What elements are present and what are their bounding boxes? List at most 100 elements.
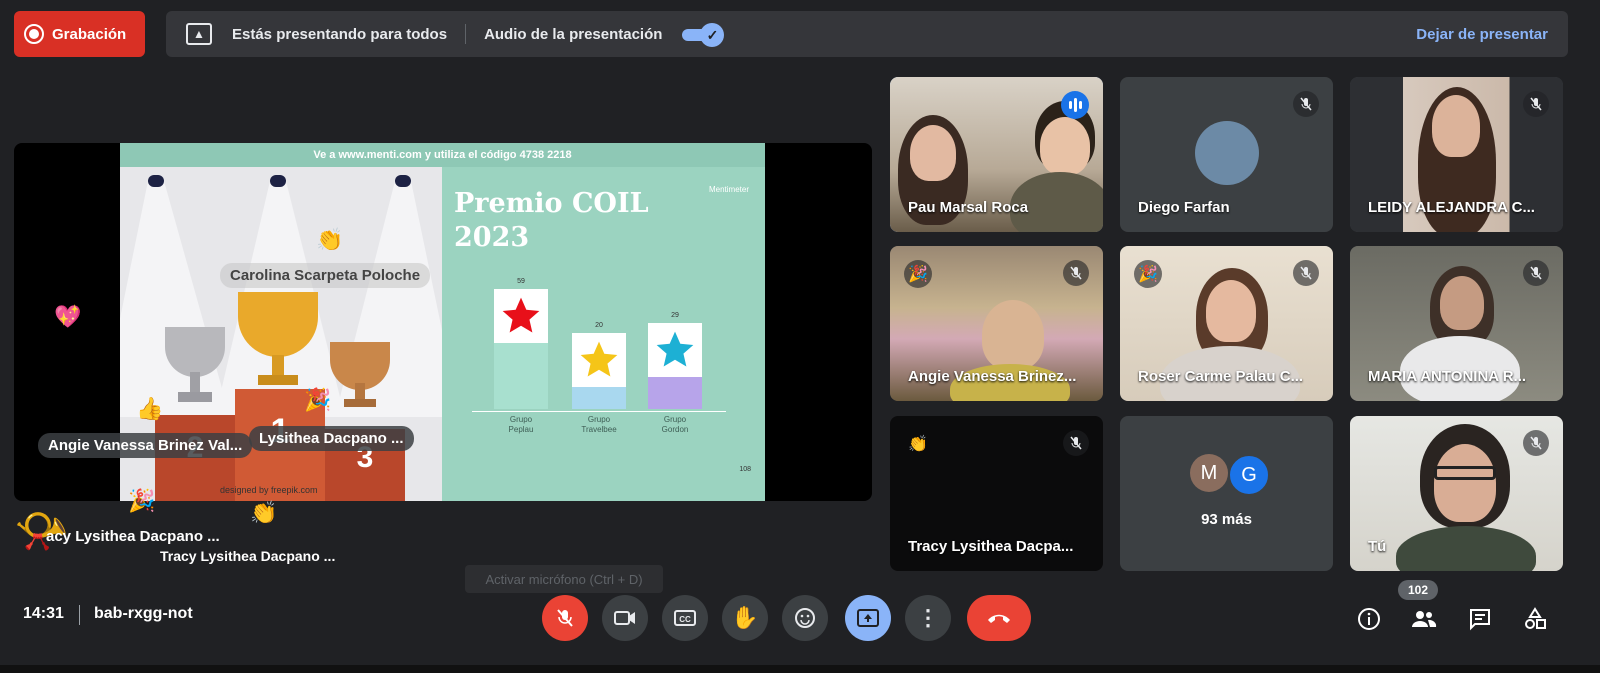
participant-name: Pau Marsal Roca — [908, 199, 1029, 216]
presenting-status: Estás presentando para todos — [232, 25, 448, 43]
mic-off-icon — [557, 609, 573, 627]
participant-tile[interactable]: 🎉 Roser Carme Palau C... — [1120, 246, 1333, 401]
mic-off-icon — [1523, 430, 1549, 456]
avatar: M — [1190, 454, 1228, 492]
clap-reaction-icon: 👏 — [316, 227, 344, 252]
party-reaction-icon: 🎉 — [904, 260, 932, 288]
present-button[interactable] — [845, 595, 891, 641]
mic-off-icon — [1523, 260, 1549, 286]
participant-tile[interactable]: Diego Farfan — [1120, 77, 1333, 232]
audio-toggle[interactable]: ✓ — [682, 23, 725, 47]
info-icon — [1358, 608, 1380, 630]
chart-bar: 20 — [572, 322, 626, 409]
bar-fill — [494, 343, 548, 409]
bar-value-label: 20 — [595, 322, 603, 329]
bar-fill — [572, 387, 626, 409]
bar-category-label: Grupo Travelbee — [581, 415, 617, 434]
freepik-credit: designed by freepik.com — [220, 485, 318, 495]
chart-bar: 59 — [494, 278, 548, 409]
mic-off-icon — [1293, 91, 1319, 117]
more-vert-icon: ⋮ — [917, 605, 939, 630]
participant-tile[interactable]: Pau Marsal Roca — [890, 77, 1103, 232]
speaking-indicator-icon — [1061, 91, 1089, 119]
leave-call-button[interactable] — [967, 595, 1031, 641]
activities-icon — [1525, 607, 1546, 629]
stage-name-chip: Angie Vanessa Brinez Val... — [38, 433, 253, 458]
mic-off-icon — [1523, 91, 1549, 117]
more-participants-label: 93 más — [1201, 511, 1252, 528]
bottom-strip — [0, 665, 1600, 673]
slide-results: Premio COIL 2023 Mentimeter 59 20 29 Grupo… — [442, 167, 765, 501]
participant-tile[interactable]: 👏 Tracy Lysithea Dacpa... — [890, 416, 1103, 571]
present-screen-icon — [857, 609, 879, 627]
participant-tile[interactable]: 🎉 Angie Vanessa Brinez... — [890, 246, 1103, 401]
participant-tile[interactable]: LEIDY ALEJANDRA C... — [1350, 77, 1563, 232]
participant-name: Tú — [1368, 538, 1387, 555]
divider — [465, 24, 467, 44]
more-participants-tile[interactable]: M G 93 más — [1120, 416, 1333, 571]
participant-name: Roser Carme Palau C... — [1138, 368, 1304, 385]
slide-title: Premio COIL 2023 — [454, 188, 649, 253]
check-icon: ✓ — [700, 23, 725, 47]
participant-name: Diego Farfan — [1138, 199, 1230, 216]
divider — [79, 605, 80, 625]
camera-button[interactable] — [602, 595, 648, 641]
bar-fill — [648, 377, 702, 409]
raise-hand-button[interactable]: ✋ — [722, 595, 768, 641]
winner-label: Carolina Scarpeta Poloche — [220, 263, 431, 288]
party-reaction-icon: 🎉 — [128, 488, 156, 513]
meeting-info-button[interactable] — [1355, 605, 1383, 633]
self-tile[interactable]: Tú — [1350, 416, 1563, 571]
mic-tooltip: Activar micrófono (Ctrl + D) — [465, 565, 663, 593]
clock: 14:31 — [23, 605, 64, 622]
recording-label: Grabación — [52, 25, 127, 43]
mic-off-icon — [1063, 430, 1089, 456]
slide-header: Ve a www.menti.com y utiliza el código 4… — [120, 143, 765, 167]
camera-icon — [614, 611, 635, 625]
avatar: G — [1228, 454, 1270, 496]
svg-text:CC: CC — [679, 615, 691, 624]
audio-label: Audio de la presentación — [484, 25, 663, 43]
party-reaction-icon: 🎉 — [1134, 260, 1162, 288]
slide-number: 108 — [739, 466, 751, 473]
people-icon — [1412, 611, 1437, 627]
star-icon — [648, 323, 702, 377]
chart-baseline — [472, 411, 726, 412]
more-options-button[interactable]: ⋮ — [905, 595, 951, 641]
mic-off-icon — [1293, 260, 1319, 286]
hand-icon: ✋ — [731, 605, 759, 630]
reactions-button[interactable] — [782, 595, 828, 641]
chart-bar: 29 — [648, 312, 702, 409]
avatar — [1195, 121, 1259, 185]
activities-button[interactable] — [1521, 605, 1549, 633]
clap-reaction-icon: 👏 — [250, 500, 278, 525]
participant-count-badge: 102 — [1398, 580, 1438, 600]
thumbs-up-reaction-icon: 👍 — [136, 396, 164, 421]
mic-off-icon — [1063, 260, 1089, 286]
bar-category-label: Grupo Gordon — [661, 415, 689, 434]
star-icon — [572, 333, 626, 387]
chat-icon — [1470, 609, 1490, 631]
clap-reaction-icon: 👏 — [908, 436, 928, 453]
stage-name-chip: Lysithea Dacpano ... — [249, 426, 414, 451]
captions-button[interactable]: CC — [662, 595, 708, 641]
heart-reaction-icon: 💖 — [54, 304, 82, 329]
reaction-name-label: Tracy Lysithea Dacpano ... — [160, 548, 336, 564]
captions-icon: CC — [674, 610, 696, 626]
presenting-bar: ▲ Estás presentando para todos Audio de … — [166, 11, 1568, 57]
emoji-icon — [795, 608, 815, 628]
mentimeter-logo: Mentimeter — [708, 185, 749, 194]
participant-name: MARIA ANTONINA R... — [1368, 368, 1527, 385]
microphone-button[interactable] — [542, 595, 588, 641]
stop-presenting-button[interactable]: Dejar de presentar — [1416, 26, 1548, 43]
people-button[interactable] — [1410, 605, 1438, 633]
recording-button[interactable]: Grabación — [14, 11, 145, 57]
meeting-code: bab-rxgg-not — [94, 605, 193, 622]
participant-tile[interactable]: MARIA ANTONINA R... — [1350, 246, 1563, 401]
participant-name: Tracy Lysithea Dacpa... — [908, 538, 1074, 555]
bar-value-label: 29 — [671, 312, 679, 319]
chat-button[interactable] — [1466, 605, 1494, 633]
present-screen-icon: ▲ — [186, 23, 212, 45]
participant-name: Angie Vanessa Brinez... — [908, 368, 1077, 385]
bar-value-label: 59 — [517, 278, 525, 285]
